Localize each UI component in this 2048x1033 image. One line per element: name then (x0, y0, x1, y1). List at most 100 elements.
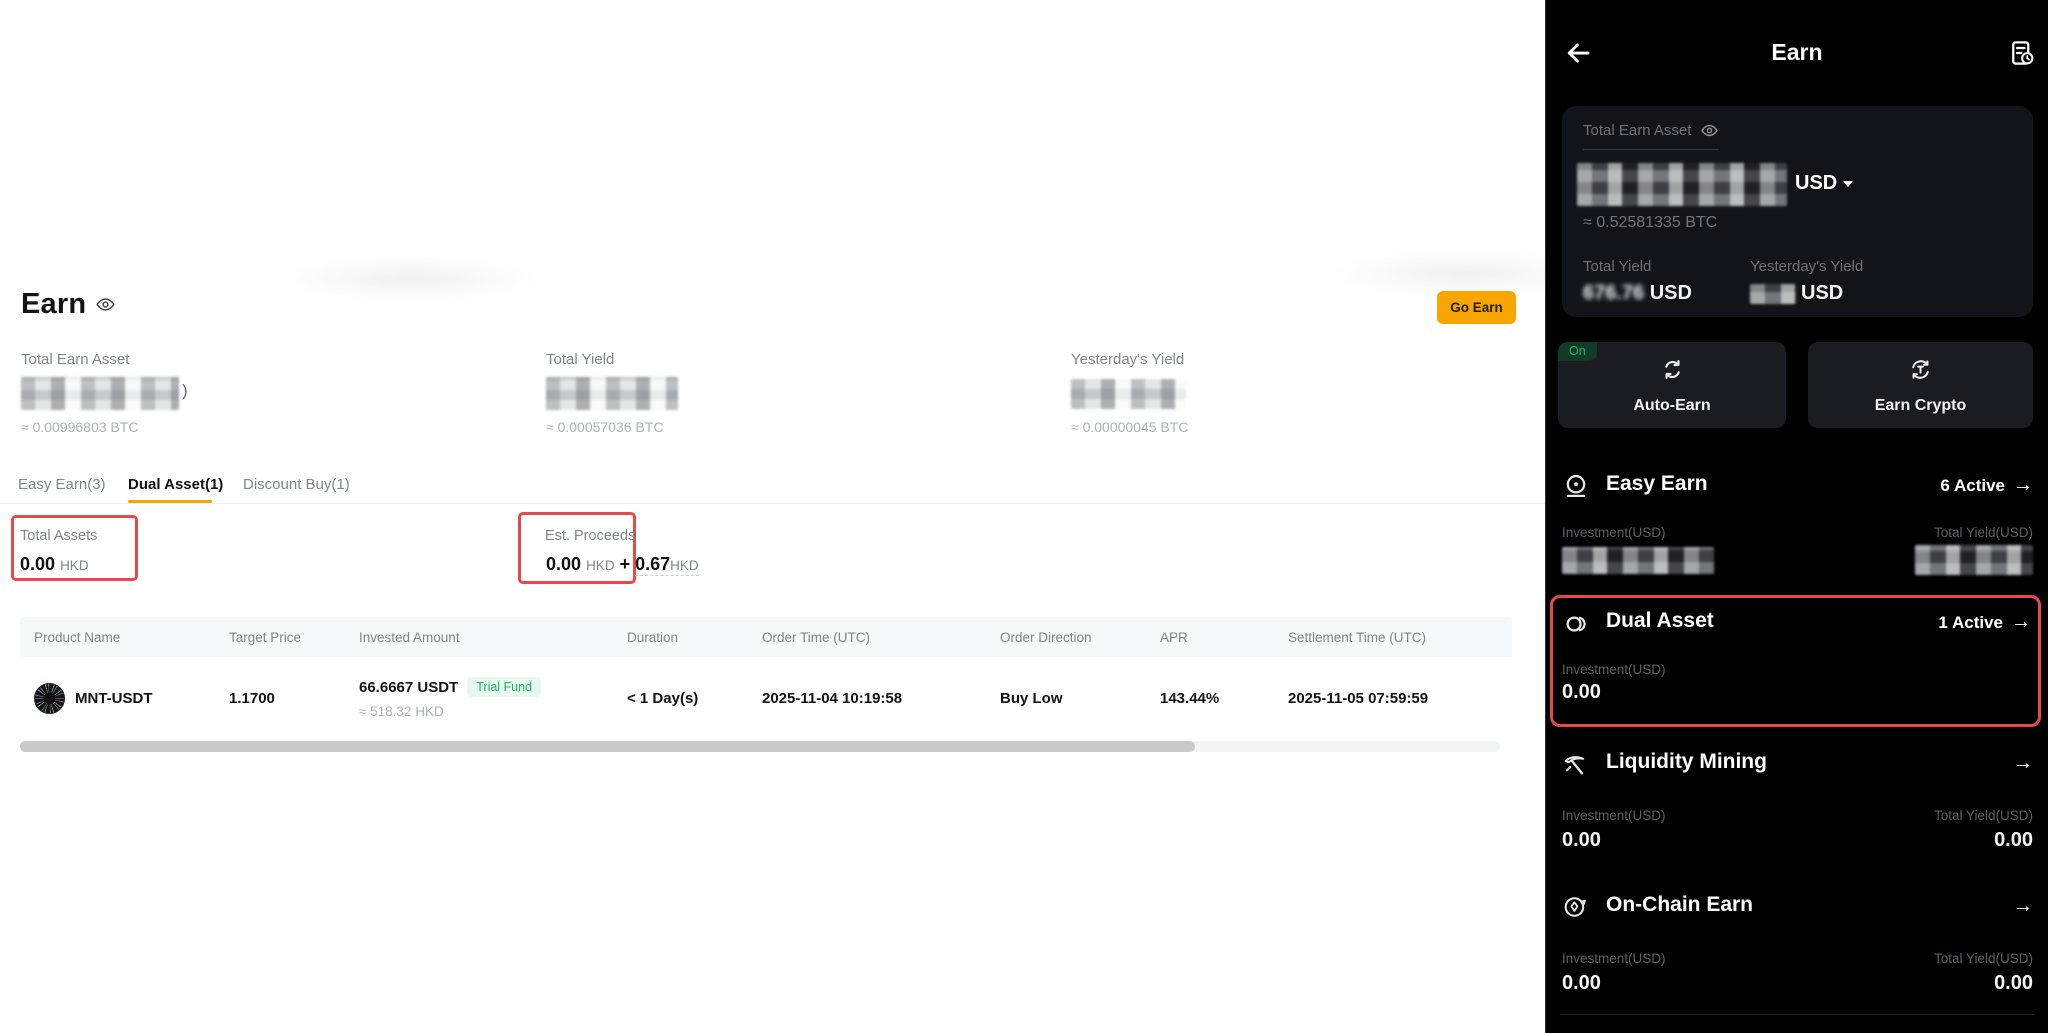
arrow-right-icon: → (2013, 474, 2033, 497)
col-duration: Duration (627, 630, 762, 645)
card-yesterday-yield-label: Yesterday's Yield (1750, 258, 1863, 275)
card-total-yield-label: Total Yield (1583, 258, 1651, 275)
section-dual-asset[interactable]: Dual Asset 1 Active → Investment(USD) 0.… (1546, 605, 2048, 720)
onchain-investment-value: 0.00 (1562, 972, 1601, 995)
redacted-paren: ) (182, 381, 188, 401)
page-title: Earn (21, 288, 116, 321)
onchain-yield-label: Total Yield(USD) (1934, 951, 2033, 966)
total-yield-value-redacted (546, 377, 678, 410)
target-price: 1.1700 (229, 690, 359, 707)
settlement-time: 2025-11-05 07:59:59 (1288, 690, 1526, 707)
screen-title: Earn (1546, 39, 2048, 66)
easy-earn-icon (1562, 472, 1590, 505)
redacted-blur-patch (280, 255, 540, 303)
order-direction: Buy Low (1000, 690, 1160, 707)
invested-cell: 66.6667 USDT Trial Fund ≈ 518.32 HKD (359, 677, 627, 719)
col-product-name: Product Name (34, 630, 229, 645)
apr: 143.44% (1160, 690, 1288, 707)
easy-investment-label: Investment(USD) (1562, 525, 1666, 540)
card-total-yield-value: 676.76 USD (1583, 282, 1692, 305)
total-earn-asset-approx: ≈ 0.00996803 BTC (21, 419, 138, 435)
col-order-time: Order Time (UTC) (762, 630, 1000, 645)
screen: Earn Go Earn Total Earn Asset ) ≈ 0.0099… (0, 0, 2048, 1033)
col-settlement-time: Settlement Time (UTC) (1288, 630, 1526, 645)
mobile-earn-screen: Earn Total Earn Asset USD ≈ 0.52581335 B… (1545, 0, 2048, 1033)
card-label: Total Earn Asset (1583, 122, 1691, 139)
yesterday-yield-approx: ≈ 0.00000045 BTC (1071, 419, 1188, 435)
easy-earn-title: Easy Earn (1606, 472, 1708, 496)
yesterday-yield-label: Yesterday's Yield (1071, 351, 1184, 368)
table-row[interactable]: MNT-USDT 1.1700 66.6667 USDT Trial Fund … (20, 656, 1512, 740)
section-easy-earn[interactable]: Easy Earn 6 Active → Investment(USD) Tot… (1546, 465, 2048, 590)
order-history-icon[interactable] (2007, 38, 2037, 73)
eye-icon[interactable] (95, 294, 116, 315)
auto-earn-icon (1558, 356, 1786, 388)
auto-earn-button[interactable]: On Auto-Earn (1558, 342, 1786, 428)
tab-dual-asset[interactable]: Dual Asset(1) (128, 476, 223, 493)
earn-crypto-label: Earn Crypto (1808, 397, 2033, 415)
est-proceeds-unit: HKD (586, 558, 615, 573)
card-label-row: Total Earn Asset (1583, 121, 1719, 150)
bonus-unit: HKD (670, 558, 699, 573)
invested-amount: 66.6667 USDT (359, 679, 458, 696)
est-proceeds-value: 0.00 HKD + 0.67HKD (546, 554, 699, 575)
chevron-down-icon (1843, 181, 1853, 187)
col-target-price: Target Price (229, 630, 359, 645)
liquidity-mining-icon (1561, 750, 1589, 783)
arrow-right-icon: → (2013, 752, 2033, 775)
bottom-divider (1560, 1014, 2034, 1015)
tab-discount-buy[interactable]: Discount Buy(1) (243, 476, 350, 493)
onchain-investment-label: Investment(USD) (1562, 951, 1666, 966)
tabs-divider (0, 503, 1545, 504)
web-earn-page: Earn Go Earn Total Earn Asset ) ≈ 0.0099… (0, 0, 1545, 1033)
bonus-proceeds[interactable]: 0.67HKD (635, 554, 699, 576)
mnt-coin-icon (34, 683, 65, 714)
product-cell: MNT-USDT (34, 683, 229, 714)
total-earn-asset-label: Total Earn Asset (21, 351, 129, 368)
plus-sign: + (620, 554, 631, 574)
tab-easy-earn[interactable]: Easy Earn(3) (18, 476, 106, 493)
page-title-text: Earn (21, 288, 86, 321)
liquidity-yield-value: 0.00 (1994, 829, 2033, 852)
total-assets-amount: 0.00 (20, 554, 55, 574)
duration: < 1 Day(s) (627, 690, 762, 707)
dual-asset-icon (1563, 610, 1591, 643)
total-yield-amount-blurred: 676.76 (1583, 282, 1644, 304)
est-proceeds-label: Est. Proceeds (545, 528, 635, 544)
est-proceeds-amount: 0.00 (546, 554, 581, 574)
col-invested-amount: Invested Amount (359, 630, 627, 645)
onchain-earn-title: On-Chain Earn (1606, 893, 1753, 917)
easy-earn-status[interactable]: 6 Active → (1940, 474, 2033, 497)
arrow-right-icon: → (2011, 611, 2031, 634)
bonus-amount: 0.67 (635, 554, 670, 574)
easy-earn-active-count: 6 Active (1940, 476, 2005, 496)
liquidity-mining-arrow[interactable]: → (2013, 752, 2033, 775)
total-earn-asset-value-redacted (21, 377, 179, 410)
go-earn-button[interactable]: Go Earn (1437, 291, 1516, 324)
dual-asset-title: Dual Asset (1606, 609, 1714, 633)
section-liquidity-mining[interactable]: Liquidity Mining → Investment(USD) Total… (1546, 745, 2048, 865)
yesterday-yield-unit: USD (1801, 282, 1843, 305)
earn-crypto-button[interactable]: Earn Crypto (1808, 342, 2033, 428)
onchain-earn-arrow[interactable]: → (2013, 895, 2033, 918)
horizontal-scrollbar-thumb[interactable] (20, 741, 1195, 752)
yesterday-yield-value-redacted (1071, 379, 1186, 409)
total-assets-label: Total Assets (20, 528, 97, 544)
order-time: 2025-11-04 10:19:58 (762, 690, 1000, 707)
dual-asset-status[interactable]: 1 Active → (1938, 611, 2031, 634)
easy-investment-redacted (1562, 547, 1714, 574)
section-onchain-earn[interactable]: On-Chain Earn → Investment(USD) Total Yi… (1546, 888, 2048, 1010)
col-apr: APR (1160, 630, 1288, 645)
col-order-direction: Order Direction (1000, 630, 1160, 645)
easy-yield-label: Total Yield(USD) (1934, 525, 2033, 540)
total-yield-approx: ≈ 0.00057036 BTC (546, 419, 663, 435)
liquidity-yield-label: Total Yield(USD) (1934, 808, 2033, 823)
eye-icon[interactable] (1700, 121, 1719, 140)
horizontal-scrollbar-track[interactable] (20, 741, 1500, 752)
liquidity-mining-title: Liquidity Mining (1606, 750, 1767, 774)
dual-investment-value: 0.00 (1562, 681, 1601, 704)
orders-table-header: Product Name Target Price Invested Amoun… (20, 617, 1512, 657)
currency-selector[interactable]: USD (1795, 172, 1853, 195)
easy-yield-redacted (1915, 545, 2033, 575)
trial-fund-badge: Trial Fund (467, 677, 541, 697)
